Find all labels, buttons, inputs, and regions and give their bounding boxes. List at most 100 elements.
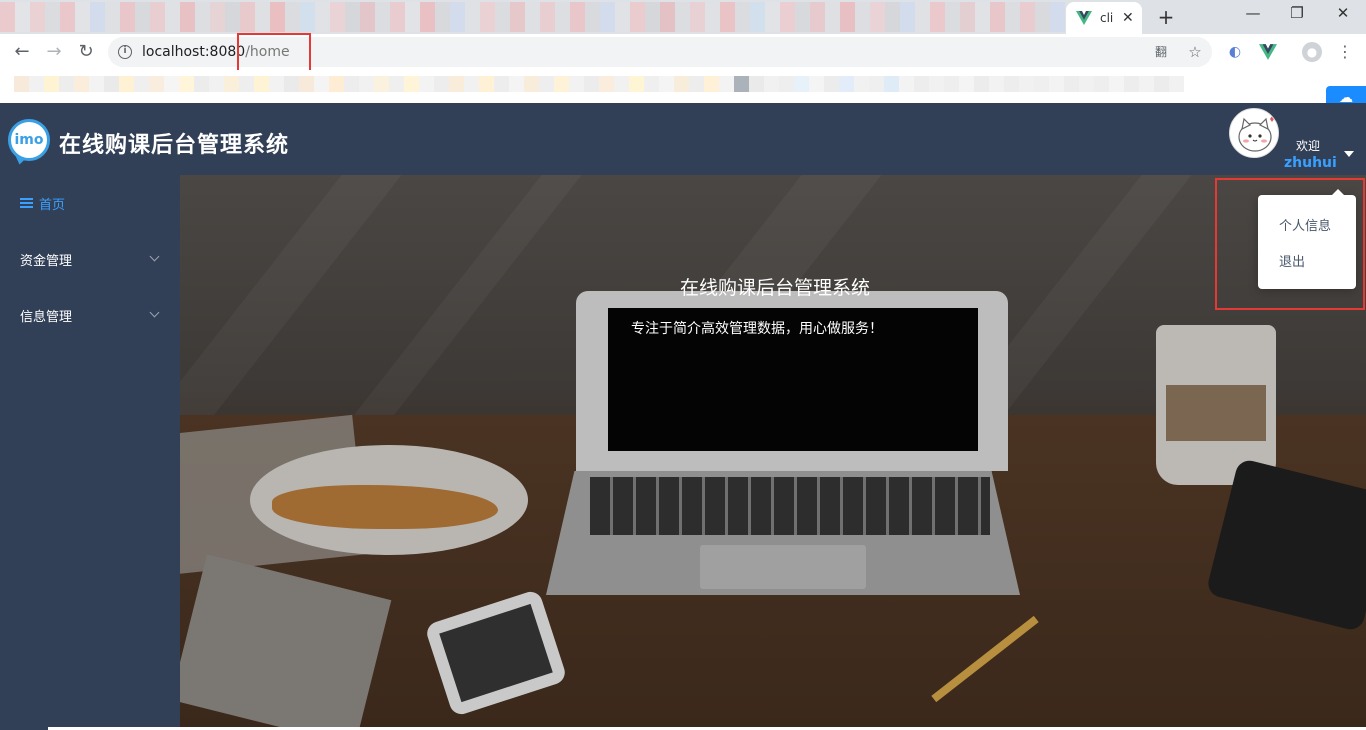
bookmark-cell (599, 76, 614, 92)
blur-cell (795, 2, 810, 32)
profile-icon[interactable]: ● (1302, 42, 1322, 62)
blur-cell (1035, 2, 1050, 32)
hero-subtitle: 专注于简介高效管理数据，用心做服务！ (631, 321, 883, 337)
blur-cell (285, 2, 300, 32)
blur-cell (60, 2, 75, 32)
bookmark-cell (254, 76, 269, 92)
bookmark-cell (764, 76, 779, 92)
blur-cell (465, 2, 480, 32)
blur-cell (630, 2, 645, 32)
bookmark-cell (1079, 76, 1094, 92)
blur-cell (690, 2, 705, 32)
blur-cell (525, 2, 540, 32)
restore-button[interactable]: ❐ (1282, 4, 1312, 22)
bookmark-cell (329, 76, 344, 92)
bookmark-cell (749, 76, 764, 92)
blur-cell (900, 2, 915, 32)
bookmark-cell (449, 76, 464, 92)
blur-cell (435, 2, 450, 32)
new-tab-button[interactable]: + (1156, 5, 1176, 29)
tab-close-icon[interactable]: ✕ (1122, 10, 1134, 26)
blur-cell (345, 2, 360, 32)
bookmark-cell (644, 76, 659, 92)
reload-button[interactable]: ↻ (74, 41, 98, 63)
blur-cell (240, 2, 255, 32)
blur-cell (1005, 2, 1020, 32)
site-info-icon[interactable]: i (118, 45, 132, 59)
caret-down-icon[interactable] (1344, 151, 1354, 157)
blur-cell (390, 2, 405, 32)
bookmark-cell (1019, 76, 1034, 92)
menu-dots-icon[interactable]: ⋮ (1336, 43, 1354, 61)
bookmark-cell (1124, 76, 1139, 92)
main-content: 在线购课后台管理系统 专注于简介高效管理数据，用心做服务！ (180, 175, 1366, 730)
blur-cell (915, 2, 930, 32)
dropdown-annotation-box (1215, 178, 1365, 310)
bookmark-cell (314, 76, 329, 92)
bookmark-cell (659, 76, 674, 92)
window-close-button[interactable]: ✕ (1328, 4, 1358, 22)
bookmark-cell (389, 76, 404, 92)
bookmark-cell (194, 76, 209, 92)
bookmark-cell (929, 76, 944, 92)
bookmark-cell (44, 76, 59, 92)
translate-icon[interactable]: 翻 (1152, 43, 1170, 61)
minimize-button[interactable]: — (1238, 4, 1268, 22)
blur-cell (495, 2, 510, 32)
bookmark-cell (854, 76, 869, 92)
blur-cell (450, 2, 465, 32)
app-header: imo 在线购课后台管理系统 欢迎 zhuhui (0, 103, 1366, 175)
tab-title: cli (1100, 11, 1114, 25)
username[interactable]: zhuhui (1284, 155, 1337, 171)
bookmark-cell (434, 76, 449, 92)
sidebar-item-label: 信息管理 (20, 309, 73, 325)
bookmark-cell (779, 76, 794, 92)
blur-cell (420, 2, 435, 32)
bookmark-cell (899, 76, 914, 92)
bookmark-star-icon[interactable]: ☆ (1186, 43, 1204, 61)
blur-cell (960, 2, 975, 32)
blur-cell (195, 2, 210, 32)
url-host: localhost:8080 (142, 44, 246, 60)
blur-cell (810, 2, 825, 32)
bookmark-cell (734, 76, 749, 92)
blur-cell (30, 2, 45, 32)
forward-button[interactable]: → (42, 41, 66, 63)
bookmark-cell (494, 76, 509, 92)
bookmark-cell (914, 76, 929, 92)
bookmark-cell (74, 76, 89, 92)
back-button[interactable]: ← (10, 41, 34, 63)
user-avatar[interactable] (1229, 108, 1279, 158)
blur-cell (330, 2, 345, 32)
blur-cell (405, 2, 420, 32)
bookmark-cell (239, 76, 254, 92)
extension-compass-icon[interactable]: ◐ (1226, 43, 1244, 61)
bookmark-cell (809, 76, 824, 92)
bookmark-cell (464, 76, 479, 92)
browser-tab-active[interactable]: cli ✕ (1066, 2, 1142, 34)
blur-cell (615, 2, 630, 32)
blur-cell (180, 2, 195, 32)
bookmark-cell (59, 76, 74, 92)
bookmark-cell (1154, 76, 1169, 92)
bookmark-cell (974, 76, 989, 92)
bookmark-cell (1094, 76, 1109, 92)
bookmark-cell (344, 76, 359, 92)
bookmark-cell (134, 76, 149, 92)
sidebar-item-home[interactable]: 首页 (0, 175, 180, 231)
bookmark-cell (119, 76, 134, 92)
bookmark-cell (1109, 76, 1124, 92)
blurred-bookmarks (14, 76, 1184, 92)
bookmark-cell (824, 76, 839, 92)
sidebar-item-info[interactable]: 信息管理 (0, 287, 180, 343)
blur-cell (945, 2, 960, 32)
blur-cell (585, 2, 600, 32)
vue-devtools-icon[interactable] (1259, 43, 1277, 61)
bookmark-cell (404, 76, 419, 92)
sidebar-item-funds[interactable]: 资金管理 (0, 231, 180, 287)
blur-cell (510, 2, 525, 32)
blur-cell (735, 2, 750, 32)
bookmark-cell (1064, 76, 1079, 92)
blur-cell (645, 2, 660, 32)
blur-cell (600, 2, 615, 32)
